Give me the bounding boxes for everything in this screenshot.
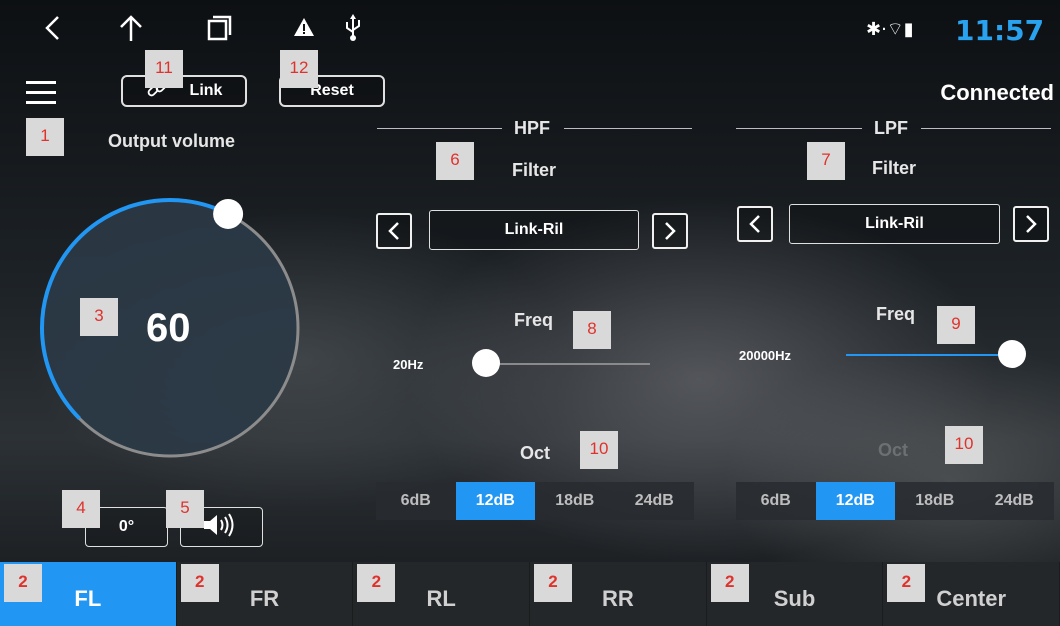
lpf-filter-value: Link-Ril — [789, 204, 1000, 244]
hpf-filter-label: Filter — [512, 160, 557, 180]
lpf-filter-label: Filter — [872, 158, 917, 178]
lpf-freq-value: 20000Hz — [739, 348, 792, 363]
hpf-oct-label: Oct — [520, 443, 551, 463]
lpf-slope-12db[interactable]: 12dB — [815, 482, 895, 520]
lpf-freq-track — [846, 354, 1012, 356]
marker-2: 2 — [180, 564, 219, 602]
tab-label: RR — [601, 586, 634, 611]
tab-center[interactable]: 2 Center — [883, 562, 1060, 626]
lpf-divider-right — [921, 128, 1051, 129]
lpf-title: LPF — [874, 118, 908, 138]
warning-icon — [292, 14, 316, 44]
marker-2: 2 — [534, 564, 573, 602]
tab-label: RL — [426, 586, 456, 611]
hpf-title: HPF — [514, 118, 550, 138]
volume-value: 60 — [146, 306, 191, 350]
lpf-slope-24db[interactable]: 24dB — [975, 482, 1055, 520]
lpf-slope-6db[interactable]: 6dB — [736, 482, 816, 520]
marker-10-lpf: 10 — [945, 426, 983, 464]
tab-rr[interactable]: 2 RR — [530, 562, 707, 626]
chevron-left-icon — [388, 222, 399, 240]
chevron-right-icon — [665, 222, 676, 240]
marker-2: 2 — [357, 564, 396, 602]
hpf-filter-next-button[interactable] — [652, 213, 688, 249]
hpf-freq-track — [486, 363, 650, 365]
lpf-slope-18db[interactable]: 18dB — [895, 482, 975, 520]
tab-label: Sub — [773, 586, 816, 611]
hpf-filter-value: Link-Ril — [429, 210, 639, 250]
output-volume-label: Output volume — [108, 131, 235, 151]
hpf-freq-label: Freq — [514, 310, 554, 330]
marker-9: 9 — [937, 306, 975, 344]
status-indicators: ✱·⌔▮ — [866, 19, 914, 40]
phase-label: 0° — [118, 518, 135, 535]
home-icon[interactable] — [118, 14, 144, 46]
marker-1: 1 — [26, 118, 64, 156]
speaker-volume-icon — [202, 512, 242, 543]
clock: 11:57 — [955, 14, 1045, 47]
hpf-slope-18db[interactable]: 18dB — [535, 482, 615, 520]
marker-2: 2 — [887, 564, 926, 602]
link-button[interactable]: Link — [121, 75, 247, 107]
marker-2: 2 — [710, 564, 749, 602]
chevron-left-icon — [749, 215, 760, 233]
tab-fl[interactable]: 2 FL — [0, 562, 177, 626]
marker-7: 7 — [807, 142, 845, 180]
tab-sub[interactable]: 2 Sub — [707, 562, 884, 626]
hpf-slope-12db[interactable]: 12dB — [455, 482, 535, 520]
hpf-freq-slider[interactable] — [472, 349, 500, 377]
hpf-slope-24db[interactable]: 24dB — [615, 482, 695, 520]
hpf-filter-prev-button[interactable] — [376, 213, 412, 249]
hpf-divider-left — [377, 128, 502, 129]
lpf-filter-next-button[interactable] — [1013, 206, 1049, 242]
tab-label: Center — [936, 586, 1007, 611]
lpf-divider-left — [736, 128, 862, 129]
hpf-freq-value: 20Hz — [393, 357, 424, 372]
marker-12: 12 — [280, 50, 318, 88]
lpf-oct-label: Oct — [878, 440, 909, 460]
hpf-slope-6db[interactable]: 6dB — [376, 482, 456, 520]
marker-6: 6 — [436, 142, 474, 180]
marker-3: 3 — [80, 298, 118, 336]
hpf-slope-selector: 6dB 12dB 18dB 24dB — [376, 482, 694, 520]
chevron-right-icon — [1026, 215, 1037, 233]
hpf-divider-right — [564, 128, 692, 129]
link-button-label: Link — [189, 82, 223, 99]
recents-icon[interactable] — [206, 14, 232, 46]
usb-icon — [343, 14, 363, 46]
channel-tab-bar: 2 FL 2 FR 2 RL 2 RR 2 Sub 2 Center — [0, 562, 1060, 626]
tab-label: FR — [249, 586, 280, 611]
lpf-freq-slider[interactable] — [998, 340, 1026, 368]
lpf-slope-selector: 6dB 12dB 18dB 24dB — [736, 482, 1054, 520]
marker-5: 5 — [166, 490, 204, 528]
marker-8: 8 — [573, 311, 611, 349]
connection-status: Connected — [940, 80, 1054, 105]
marker-2: 2 — [4, 564, 42, 602]
tab-label: FL — [74, 586, 102, 611]
hamburger-menu-icon[interactable] — [26, 80, 58, 111]
back-icon[interactable] — [42, 14, 64, 46]
marker-10-hpf: 10 — [580, 431, 618, 469]
marker-4: 4 — [62, 490, 100, 528]
marker-11: 11 — [145, 50, 183, 88]
tab-rl[interactable]: 2 RL — [353, 562, 531, 626]
tab-fr[interactable]: 2 FR — [177, 562, 354, 626]
lpf-freq-label: Freq — [876, 304, 916, 324]
lpf-filter-prev-button[interactable] — [737, 206, 773, 242]
